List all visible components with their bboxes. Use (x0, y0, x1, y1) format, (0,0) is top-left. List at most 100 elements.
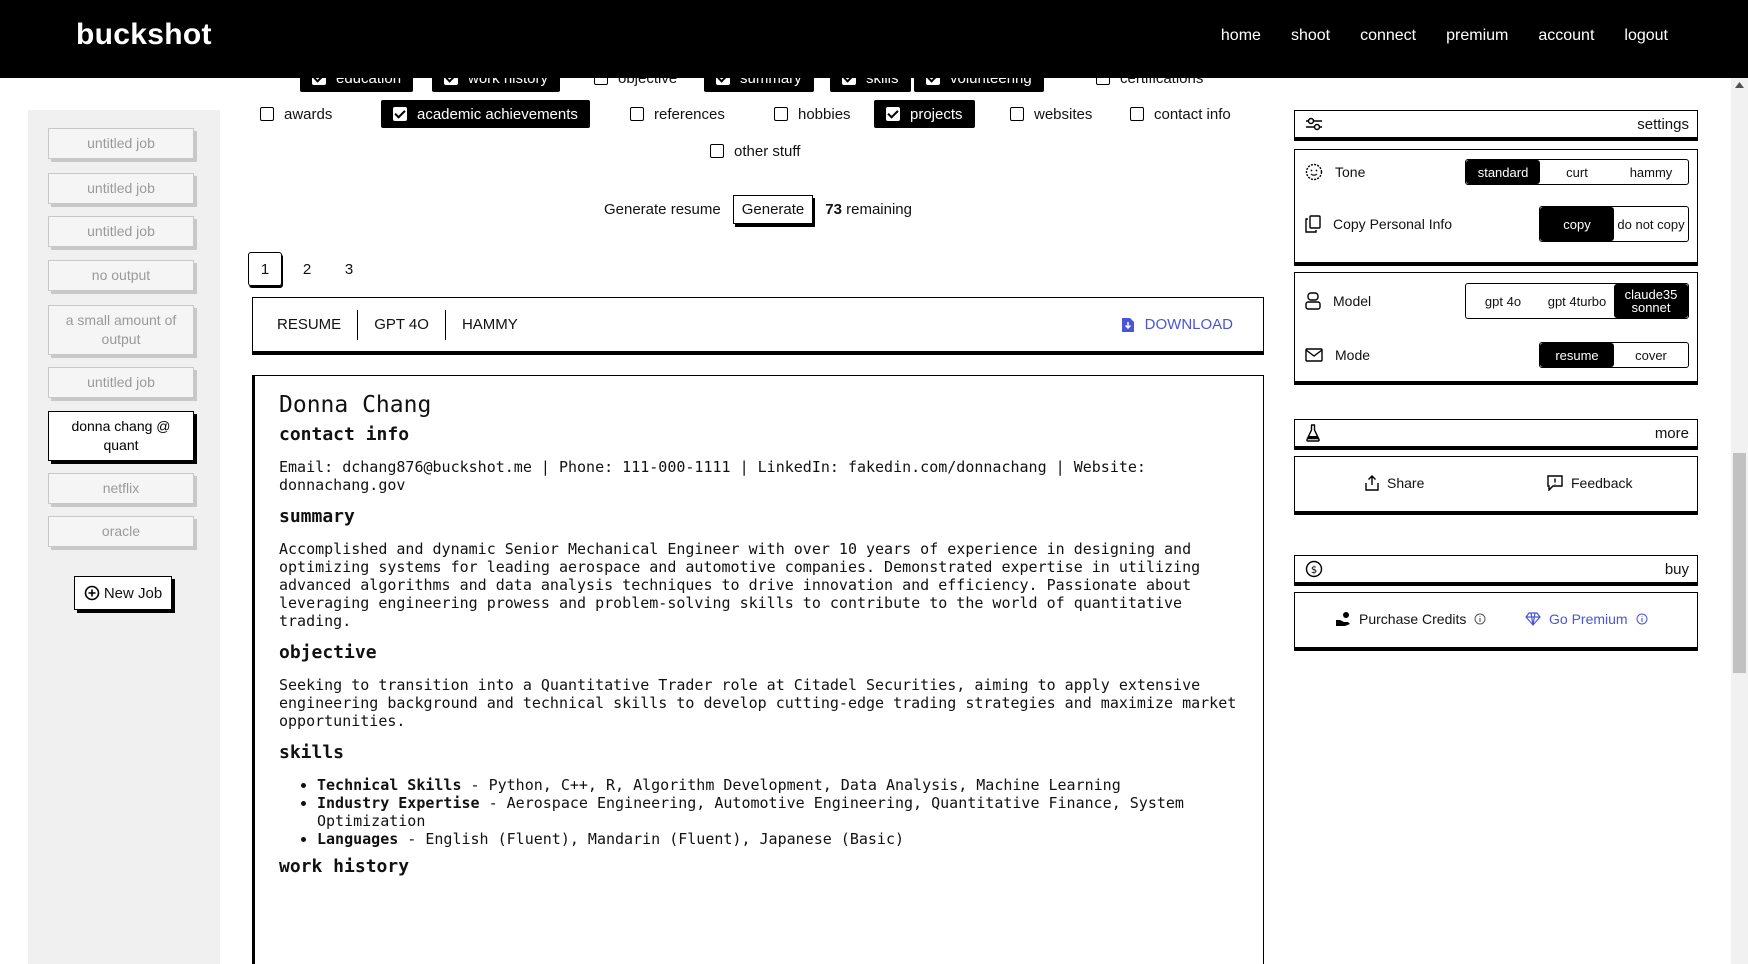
coins-hand-icon (1336, 612, 1350, 626)
section-toggle-other-stuff[interactable]: other stuff (698, 137, 812, 165)
copy-option-do-not-copy[interactable]: do not copy (1614, 207, 1688, 241)
tone-option-curt[interactable]: curt (1540, 160, 1614, 184)
resume-heading-contact: contact info (279, 424, 410, 445)
job-item[interactable]: untitled job (48, 128, 194, 159)
model-row: Model gpt 4o gpt 4turbo claude35 sonnet (1305, 283, 1689, 319)
buy-title: buy (1664, 560, 1689, 578)
page-scrollbar[interactable] (1731, 78, 1748, 964)
go-premium-label: Go Premium (1549, 611, 1628, 627)
model-option-gpt-4o[interactable]: gpt 4o (1466, 284, 1540, 318)
brand-logo[interactable]: buckshot (76, 18, 212, 52)
job-item[interactable]: untitled job (48, 367, 194, 398)
plus-circle-icon (84, 585, 100, 601)
checkbox-icon (630, 107, 644, 121)
nav-premium[interactable]: premium (1446, 27, 1508, 45)
section-toggle-academic-achievements[interactable]: academic achievements (381, 100, 590, 128)
resume-heading-skills: skills (279, 742, 345, 763)
main-nav: home shoot connect premium account logou… (1221, 27, 1668, 45)
buy-panel: Purchase Credits Go Premium (1294, 592, 1698, 648)
coin-icon: $ (1305, 560, 1323, 578)
more-header[interactable]: more (1294, 419, 1698, 447)
svg-text:$: $ (1311, 565, 1317, 576)
output-model: GPT 4O (358, 309, 446, 340)
nav-connect[interactable]: connect (1360, 27, 1416, 45)
nav-shoot[interactable]: shoot (1291, 27, 1330, 45)
settings-model-mode-panel: Model gpt 4o gpt 4turbo claude35 sonnet … (1294, 272, 1698, 382)
buy-header[interactable]: $ buy (1294, 555, 1698, 583)
checkbox-icon (886, 107, 900, 121)
envelope-icon (1305, 348, 1323, 362)
page-tab-1[interactable]: 1 (248, 252, 282, 286)
tone-option-hammy[interactable]: hammy (1614, 160, 1688, 184)
section-toggle-websites[interactable]: websites (998, 100, 1104, 128)
model-option-claude35-sonnet[interactable]: claude35 sonnet (1614, 284, 1688, 318)
section-toggle-skills[interactable]: skills (830, 78, 911, 92)
more-panel: Share Feedback (1294, 456, 1698, 512)
checkbox-icon (842, 78, 856, 85)
job-item[interactable]: a small amount of output (48, 305, 194, 355)
section-toggle-references[interactable]: references (618, 100, 737, 128)
section-toggle-hobbies[interactable]: hobbies (762, 100, 863, 128)
feedback-button[interactable]: Feedback (1547, 475, 1632, 491)
job-item[interactable]: no output (48, 260, 194, 291)
go-premium-button[interactable]: Go Premium (1525, 611, 1648, 627)
job-item[interactable]: untitled job (48, 173, 194, 204)
checkbox-icon (710, 144, 724, 158)
section-toggle-certifications[interactable]: certifications (1084, 78, 1215, 92)
download-button[interactable]: DOWNLOAD (1121, 316, 1233, 333)
job-item[interactable]: oracle (48, 516, 194, 547)
section-toggle-summary[interactable]: summary (704, 78, 814, 92)
scroll-up-arrow-icon[interactable] (1735, 82, 1744, 88)
nav-home[interactable]: home (1221, 27, 1261, 45)
checkbox-icon (774, 107, 788, 121)
nav-logout[interactable]: logout (1624, 27, 1668, 45)
resume-document: Donna Chang contact info Email: dchang87… (252, 375, 1264, 964)
main-content: education work history objective summary… (248, 78, 1268, 964)
download-file-icon (1121, 317, 1134, 332)
generate-button[interactable]: Generate (732, 195, 814, 224)
model-option-gpt-4turbo[interactable]: gpt 4turbo (1540, 284, 1614, 318)
nav-account[interactable]: account (1538, 27, 1594, 45)
section-toggle-volunteering[interactable]: volunteering (914, 78, 1044, 92)
mode-option-resume[interactable]: resume (1540, 343, 1614, 367)
smiley-icon (1305, 163, 1323, 181)
copy-personal-info-row: Copy Personal Info copy do not copy (1305, 206, 1689, 242)
checkbox-icon (1130, 107, 1144, 121)
section-toggle-work-history[interactable]: work history (432, 78, 561, 92)
settings-header[interactable]: settings (1294, 110, 1698, 138)
resume-summary: Accomplished and dynamic Senior Mechanic… (279, 540, 1201, 630)
info-icon[interactable] (1474, 613, 1486, 625)
output-info-bar: RESUME GPT 4O HAMMY DOWNLOAD (252, 297, 1264, 355)
generate-label: Generate resume (603, 201, 721, 218)
feedback-label: Feedback (1571, 475, 1633, 491)
share-button[interactable]: Share (1365, 475, 1424, 491)
mode-selector: resume cover (1539, 342, 1689, 368)
mode-option-cover[interactable]: cover (1614, 343, 1688, 367)
new-job-button[interactable]: New Job (74, 576, 172, 610)
share-label: Share (1387, 475, 1425, 491)
page-tabs: 1 2 3 (248, 252, 366, 286)
copy-option-copy[interactable]: copy (1540, 207, 1614, 241)
section-toggle-projects[interactable]: projects (874, 100, 975, 128)
scrollbar-thumb[interactable] (1733, 453, 1746, 673)
info-icon[interactable] (1636, 613, 1648, 625)
section-toggle-objective[interactable]: objective (582, 78, 689, 92)
job-item[interactable]: netflix (48, 473, 194, 504)
tone-selector: standard curt hammy (1465, 159, 1689, 185)
mode-row: Mode resume cover (1305, 341, 1689, 369)
tone-option-standard[interactable]: standard (1466, 160, 1540, 184)
list-item: Languages - English (Fluent), Mandarin (… (317, 830, 1239, 848)
checkbox-icon (444, 78, 458, 85)
purchase-credits-button[interactable]: Purchase Credits (1335, 611, 1486, 627)
section-toggle-education[interactable]: education (300, 78, 414, 92)
copy-personal-info-label: Copy Personal Info (1333, 216, 1453, 232)
section-toggle-awards[interactable]: awards (248, 100, 344, 128)
page-tab-2[interactable]: 2 (290, 252, 324, 286)
section-toggle-contact-info[interactable]: contact info (1118, 100, 1243, 128)
model-label: Model (1333, 293, 1372, 309)
output-type: RESUME (277, 309, 359, 340)
model-icon (1305, 292, 1321, 310)
job-item-active[interactable]: donna chang @ quant (48, 411, 194, 461)
job-item[interactable]: untitled job (48, 216, 194, 247)
page-tab-3[interactable]: 3 (332, 252, 366, 286)
